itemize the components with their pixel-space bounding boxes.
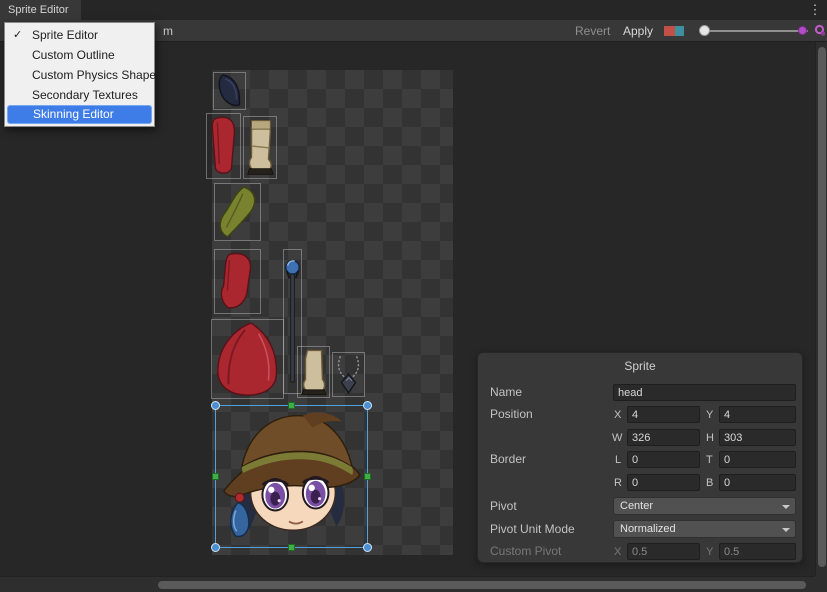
rgb-alpha-toggle-icon[interactable] (663, 24, 685, 38)
sprite-head-selected[interactable] (215, 405, 368, 548)
selection-handle-bottom-mid[interactable] (288, 544, 295, 551)
sprite-hat-tail[interactable] (213, 72, 246, 110)
position-label: Position (490, 406, 533, 423)
menu-item-label: Custom Physics Shape (32, 68, 156, 82)
selection-handle-left-mid[interactable] (212, 473, 219, 480)
sprite-inspector-panel: Sprite Name Position X Y W H Border L T … (477, 352, 803, 563)
menu-item-custom-physics-shape[interactable]: Custom Physics Shape (5, 65, 154, 85)
position-y-label: Y (706, 407, 713, 424)
border-l-label: L (615, 452, 621, 469)
pivot-unit-mode-value: Normalized (620, 523, 676, 535)
menu-item-secondary-textures[interactable]: Secondary Textures (5, 85, 154, 105)
zoom-slider-knob[interactable] (699, 25, 710, 36)
selection-handle-top-left[interactable] (211, 401, 220, 410)
sprite-sleeve[interactable] (206, 113, 241, 179)
pivot-value: Center (620, 500, 653, 512)
selection-handle-bottom-left[interactable] (211, 543, 220, 552)
border-r-label: R (614, 475, 622, 492)
sprite-editor-mode-menu: ✓ Sprite Editor Custom Outline Custom Ph… (4, 22, 155, 127)
border-label: Border (490, 451, 526, 468)
scrollbar-corner (815, 576, 827, 592)
trim-button-partial[interactable]: m (163, 24, 173, 38)
sprite-scarf[interactable] (214, 183, 261, 241)
check-icon: ✓ (13, 25, 27, 45)
zoom-slider-marker (798, 26, 807, 35)
sprite-boot-1[interactable] (243, 116, 277, 179)
position-w-field[interactable] (627, 429, 700, 446)
menu-item-label: Sprite Editor (32, 28, 98, 42)
sprite-hood[interactable] (211, 319, 284, 399)
chevron-down-icon (782, 528, 790, 532)
position-x-field[interactable] (627, 406, 700, 423)
revert-button[interactable]: Revert (571, 23, 614, 39)
menu-item-sprite-editor[interactable]: ✓ Sprite Editor (5, 25, 154, 45)
pivot-unit-mode-select[interactable]: Normalized (613, 520, 796, 538)
panel-title: Sprite (478, 359, 802, 373)
apply-button[interactable]: Apply (619, 23, 657, 39)
name-label: Name (490, 384, 522, 401)
sprite-arm[interactable] (214, 249, 261, 314)
selection-handle-top-mid[interactable] (288, 402, 295, 409)
sprite-boot-2[interactable] (297, 346, 330, 398)
border-t-label: T (706, 452, 713, 469)
vertical-scrollbar-thumb[interactable] (818, 47, 826, 567)
title-bar: Sprite Editor ⋮ (0, 0, 827, 20)
position-w-label: W (612, 430, 622, 447)
sprite-amulet[interactable] (332, 352, 365, 397)
custom-pivot-y-field (719, 543, 796, 560)
menu-item-label: Secondary Textures (32, 88, 138, 102)
menu-item-label: Custom Outline (32, 48, 115, 62)
custom-pivot-y-label: Y (706, 544, 713, 561)
mip-level-icon (814, 24, 826, 37)
zoom-slider-track[interactable] (700, 30, 808, 32)
pivot-unit-mode-label: Pivot Unit Mode (490, 521, 575, 538)
window-tab-sprite-editor[interactable]: Sprite Editor (0, 0, 81, 20)
custom-pivot-label: Custom Pivot (490, 543, 561, 560)
pivot-label: Pivot (490, 498, 517, 515)
position-x-label: X (614, 407, 621, 424)
border-l-field[interactable] (627, 451, 700, 468)
custom-pivot-x-field (627, 543, 700, 560)
border-b-label: B (706, 475, 713, 492)
position-y-field[interactable] (719, 406, 796, 423)
border-b-field[interactable] (719, 474, 796, 491)
custom-pivot-x-label: X (614, 544, 621, 561)
pivot-select[interactable]: Center (613, 497, 796, 515)
kebab-menu-icon[interactable]: ⋮ (806, 0, 824, 20)
border-t-field[interactable] (719, 451, 796, 468)
horizontal-scrollbar-thumb[interactable] (158, 581, 806, 589)
horizontal-scrollbar[interactable] (0, 576, 815, 592)
name-field[interactable] (613, 384, 796, 401)
menu-item-label: Skinning Editor (33, 107, 114, 121)
chevron-down-icon (782, 505, 790, 509)
vertical-scrollbar[interactable] (815, 42, 827, 576)
selection-handle-bottom-right[interactable] (363, 543, 372, 552)
border-r-field[interactable] (627, 474, 700, 491)
menu-item-custom-outline[interactable]: Custom Outline (5, 45, 154, 65)
position-h-label: H (706, 430, 714, 447)
selection-handle-right-mid[interactable] (364, 473, 371, 480)
selection-handle-top-right[interactable] (363, 401, 372, 410)
menu-item-skinning-editor[interactable]: Skinning Editor (7, 105, 152, 124)
position-h-field[interactable] (719, 429, 796, 446)
